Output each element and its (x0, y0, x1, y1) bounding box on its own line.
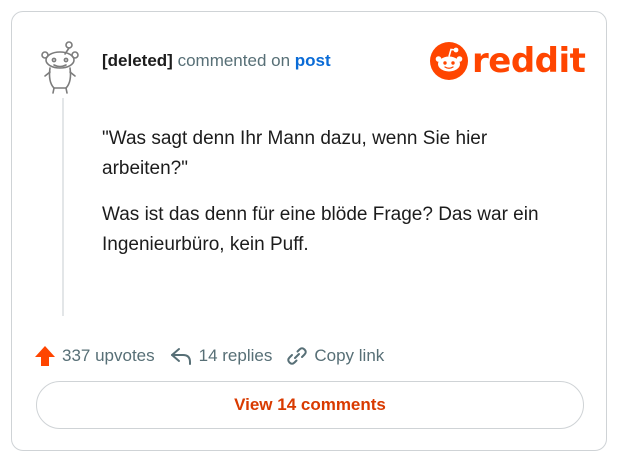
reddit-wordmark: reddit (472, 41, 586, 81)
upvote-button[interactable]: 337 upvotes (34, 345, 155, 367)
reddit-snoo-logo-icon (430, 42, 468, 80)
upvote-count: 337 upvotes (62, 346, 155, 365)
thread-line (62, 98, 64, 316)
commented-on-text: commented on (177, 51, 291, 70)
comment-footer: 337 upvotes 14 replies Copy link (34, 342, 384, 370)
view-comments-label: View 14 comments (234, 395, 386, 414)
comment-header: [deleted] commented on post (102, 50, 331, 72)
replies-count: 14 replies (198, 346, 273, 365)
comment-paragraph: "Was sagt denn Ihr Mann dazu, wenn Sie h… (102, 128, 488, 179)
comment-card: [deleted] commented on post reddit "Was … (11, 11, 607, 451)
view-comments-button[interactable]: View 14 comments (36, 381, 584, 429)
copy-link-button[interactable]: Copy link (286, 345, 384, 367)
comment-body: "Was sagt denn Ihr Mann dazu, wenn Sie h… (102, 124, 542, 276)
post-link[interactable]: post (295, 51, 331, 70)
reddit-logo[interactable]: reddit (430, 41, 586, 81)
deleted-user-avatar-icon (40, 40, 82, 94)
replies-button[interactable]: 14 replies (169, 345, 273, 367)
upvote-arrow-icon (35, 346, 55, 366)
username[interactable]: [deleted] (102, 51, 173, 70)
copy-link-label: Copy link (314, 346, 385, 365)
comment-paragraph: Was ist das denn für eine blöde Frage? D… (102, 204, 539, 255)
reply-arrow-icon (170, 348, 191, 365)
chain-link-icon (287, 347, 308, 365)
